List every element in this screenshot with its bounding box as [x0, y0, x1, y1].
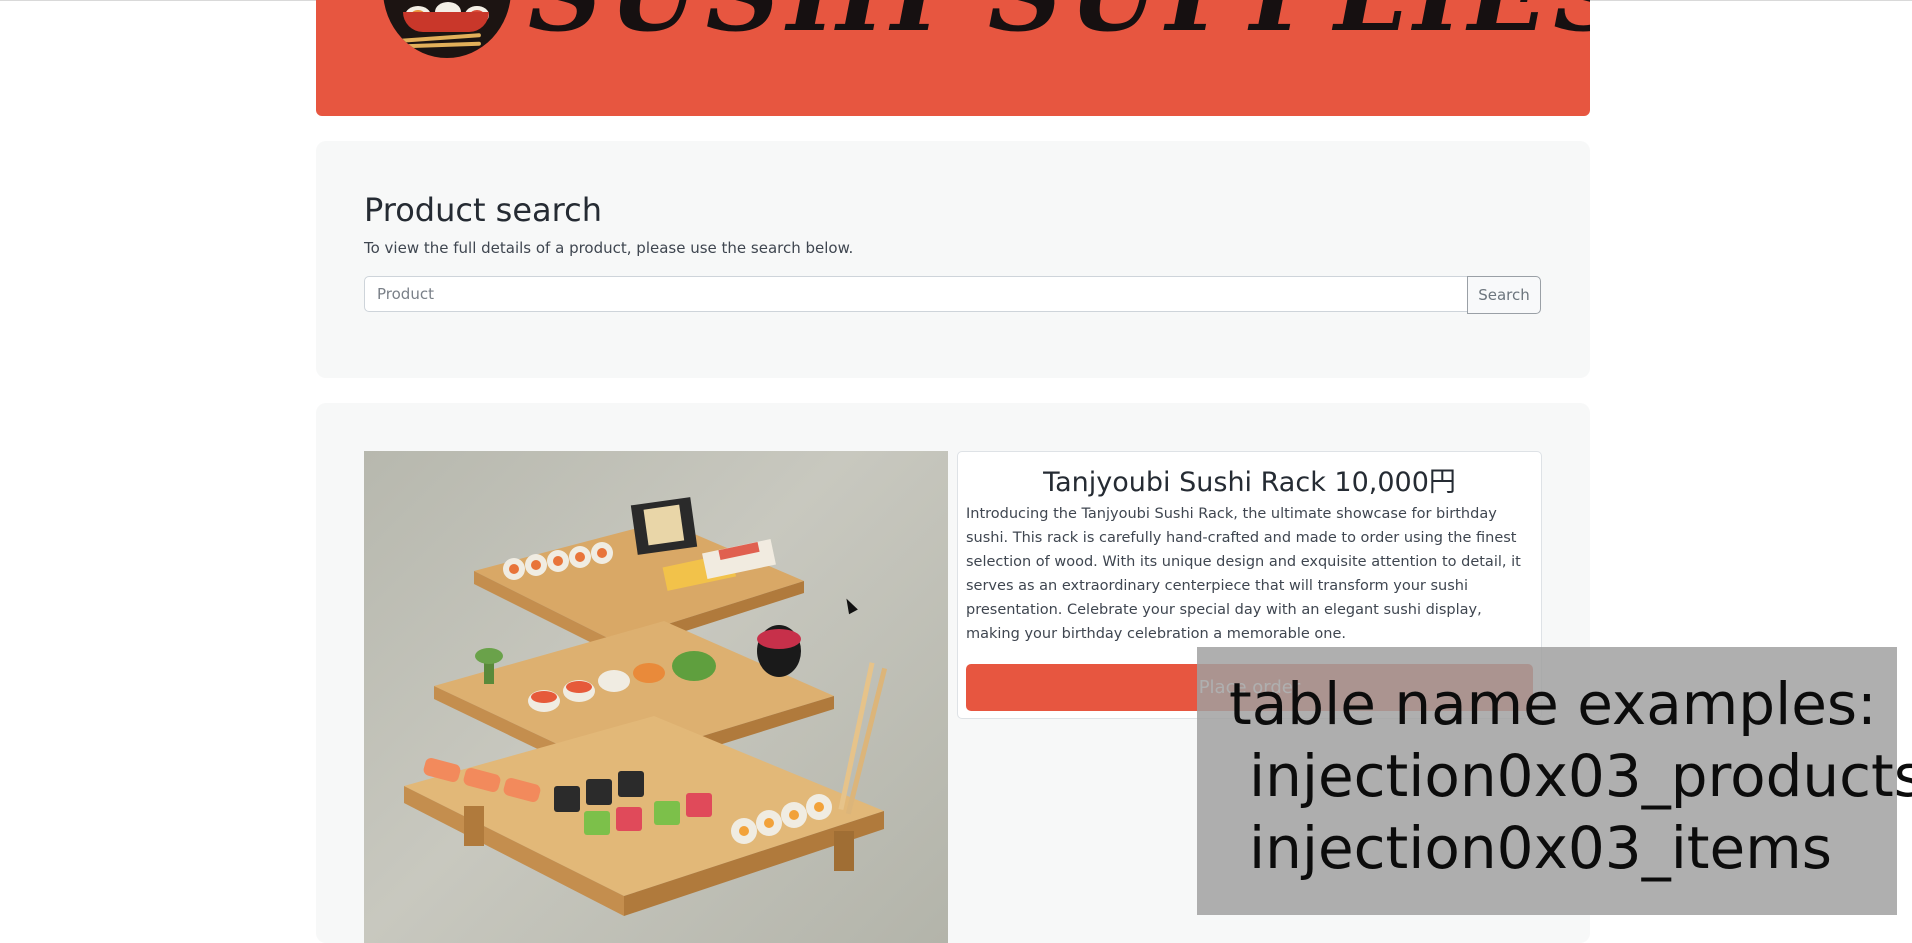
sushi-rack-image	[364, 451, 948, 943]
sushi-logo-icon	[383, 0, 511, 58]
product-search-section: Product search To view the full details …	[316, 141, 1590, 378]
overlay-line-3: injection0x03_items	[1249, 814, 1832, 882]
overlay-line-2: injection0x03_products	[1249, 742, 1912, 810]
product-description: Introducing the Tanjyoubi Sushi Rack, th…	[966, 506, 1521, 642]
search-bar: Search	[364, 276, 1544, 314]
product-title: Tanjyoubi Sushi Rack 10,000円	[1043, 467, 1456, 498]
brand-name: SUSHI SUPPLIES	[528, 0, 1590, 46]
search-title: Product search	[364, 191, 602, 229]
search-button[interactable]: Search	[1467, 276, 1541, 314]
caption-overlay: table name examples: injection0x03_produ…	[1197, 647, 1912, 915]
product-search-input[interactable]	[364, 276, 1468, 312]
search-instructions: To view the full details of a product, p…	[364, 239, 854, 257]
overlay-line-1: table name examples:	[1229, 670, 1877, 738]
site-header-banner: SUSHI SUPPLIES	[316, 0, 1590, 116]
